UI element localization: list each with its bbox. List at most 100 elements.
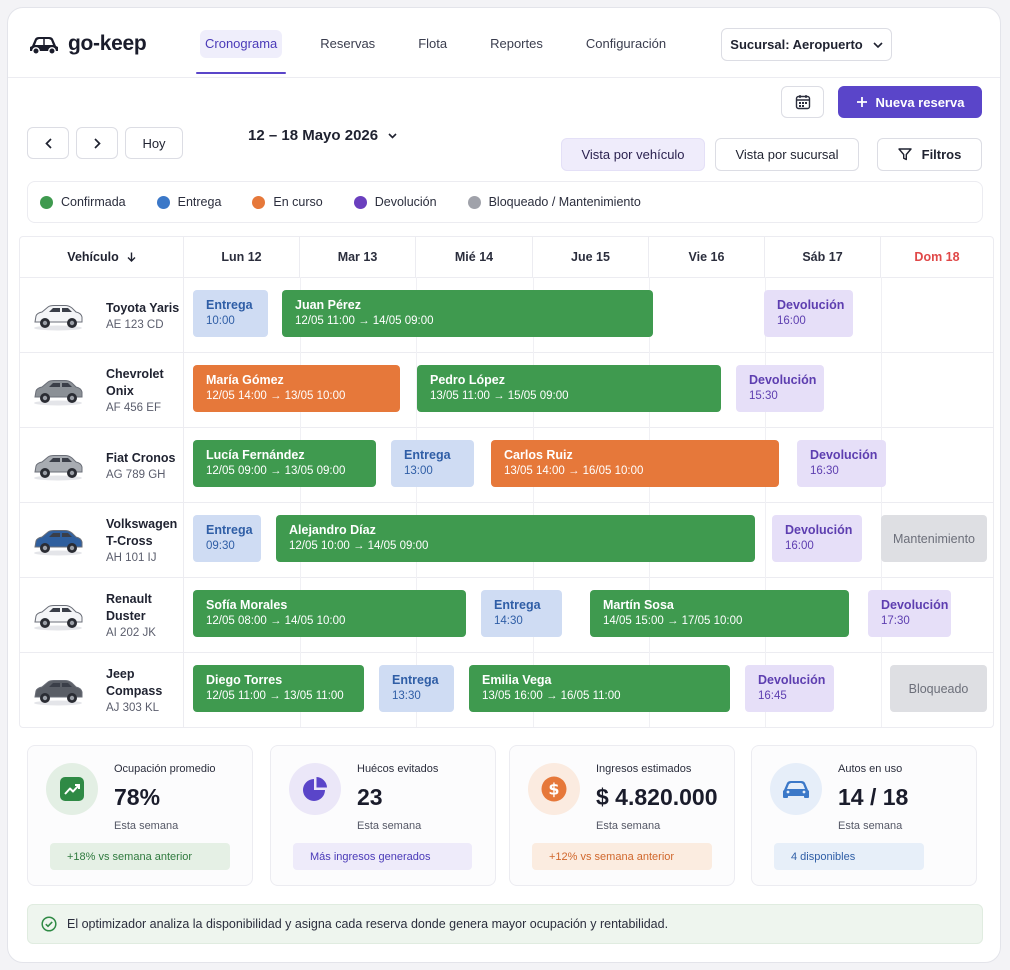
- reservation-block-entrega[interactable]: Entrega 13:30: [379, 665, 454, 712]
- optimizer-notice-text: El optimizador analiza la disponibilidad…: [67, 917, 669, 931]
- stat-value: 23: [357, 784, 383, 810]
- svg-text:$: $: [548, 780, 559, 799]
- reservation-block-en-curso[interactable]: Carlos Ruiz 13/05 14:00 → 16/05 10:00: [491, 440, 779, 487]
- reservation-time: 09:30: [206, 540, 235, 552]
- stat-card-cars-in-use: Autos en uso 14 / 18 Esta semana 4 dispo…: [751, 745, 977, 886]
- reservation-block-confirmada[interactable]: Sofía Morales 12/05 08:00 → 14/05 10:00: [193, 590, 466, 637]
- reservation-block-devolucion[interactable]: Devolución 16:00: [772, 515, 862, 562]
- reservation-title: Juan Pérez: [295, 298, 362, 312]
- reservation-time: 13/05 16:00 → 16/05 11:00: [482, 690, 621, 702]
- reservation-block-devolucion[interactable]: Devolución 15:30: [736, 365, 824, 412]
- reservation-title: Carlos Ruiz: [504, 448, 573, 462]
- vehicle-column-header[interactable]: Vehículo: [20, 237, 184, 277]
- reservation-title: Devolución: [777, 298, 845, 312]
- reservation-title: Martín Sosa: [603, 598, 674, 612]
- reservation-block-entrega[interactable]: Entrega 09:30: [193, 515, 261, 562]
- day-header-sun: Dom 18: [914, 250, 960, 264]
- reservation-block-devolucion[interactable]: Devolución 16:00: [764, 290, 853, 337]
- car-thumbnail-icon: [34, 605, 83, 631]
- reservation-title: Entrega: [206, 523, 253, 537]
- view-by-branch-button[interactable]: Vista por sucursal: [715, 138, 859, 171]
- car-thumbnail-icon: [34, 380, 83, 406]
- reservation-time: 15:30: [749, 390, 778, 402]
- reservation-block-confirmada[interactable]: Alejandro Díaz 12/05 10:00 → 14/05 09:00: [276, 515, 755, 562]
- reservation-block-devolucion[interactable]: Devolución 16:45: [745, 665, 834, 712]
- vehicle-plate: AI 202 JK: [106, 627, 156, 639]
- branch-select[interactable]: Sucursal: Aeropuerto: [721, 28, 892, 61]
- logo[interactable]: go-keep: [28, 30, 147, 58]
- reservation-time: 12/05 11:00 → 14/05 09:00: [295, 315, 434, 327]
- reservation-block-entrega[interactable]: Entrega 14:30: [481, 590, 562, 637]
- reservation-title: Lucía Fernández: [206, 448, 305, 462]
- vehicle-info: Toyota Yaris AE 123 CD: [106, 300, 179, 331]
- reservation-title: Devolución: [749, 373, 817, 387]
- nav-cronograma[interactable]: Cronograma: [195, 30, 287, 74]
- reservation-time: 16:30: [810, 465, 839, 477]
- reservation-block-devolucion[interactable]: Devolución 16:30: [797, 440, 886, 487]
- reservation-block-en-curso[interactable]: María Gómez 12/05 14:00 → 13/05 10:00: [193, 365, 400, 412]
- vehicle-name: Jeep Compass: [106, 667, 163, 698]
- reservation-block-bloqueado[interactable]: Bloqueado: [890, 665, 987, 712]
- legend-dot: [156, 195, 170, 209]
- main-nav: Cronograma Reservas Flota Reportes Confi…: [195, 30, 704, 74]
- vehicle-name: Toyota Yaris: [106, 300, 180, 315]
- prev-week-button[interactable]: [27, 127, 69, 159]
- stat-label: Ocupación promedio: [114, 763, 216, 775]
- reservation-time: 13:00: [404, 465, 433, 477]
- reservation-block-confirmada[interactable]: Juan Pérez 12/05 11:00 → 14/05 09:00: [282, 290, 653, 337]
- stat-icon-wrap: [770, 763, 822, 815]
- vehicle-row-label[interactable]: Renault Duster AI 202 JK: [20, 578, 184, 652]
- reservation-time: 12/05 14:00 → 13/05 10:00: [206, 390, 346, 402]
- reservation-title: Devolución: [810, 448, 878, 462]
- reservation-time: 14:30: [494, 615, 523, 627]
- stat-value: 78%: [114, 784, 161, 810]
- day-header-mon: Lun 12: [184, 237, 300, 277]
- car-logo-icon: [30, 37, 58, 55]
- stat-chip: Más ingresos generados: [293, 843, 472, 870]
- reservation-block-bloqueado[interactable]: Mantenimiento: [881, 515, 987, 562]
- nav-flota[interactable]: Flota: [413, 30, 452, 58]
- date-range-picker[interactable]: 12 – 18 Mayo 2026: [248, 127, 397, 144]
- branch-select-label: Sucursal: Aeropuerto: [730, 37, 863, 52]
- stat-icon-wrap: [289, 763, 341, 815]
- vehicle-row-label[interactable]: Toyota Yaris AE 123 CD: [20, 278, 184, 352]
- reservation-title: Entrega: [392, 673, 439, 687]
- app-name: go-keep: [68, 32, 147, 55]
- vehicle-row-label[interactable]: Volkswagen T-Cross AH 101 IJ: [20, 503, 184, 577]
- reservation-time: 12/05 08:00 → 14/05 10:00: [206, 615, 346, 627]
- vehicle-row-label[interactable]: Fiat Cronos AG 789 GH: [20, 428, 184, 502]
- legend-label: Bloqueado / Mantenimiento: [488, 195, 641, 209]
- reservation-block-confirmada[interactable]: Emilia Vega 13/05 16:00 → 16/05 11:00: [469, 665, 730, 712]
- reservation-time: 13/05 14:00 → 16/05 10:00: [504, 465, 644, 477]
- legend-dot: [353, 195, 367, 209]
- grid-line: [300, 277, 301, 727]
- today-button[interactable]: Hoy: [125, 127, 183, 159]
- reservation-title: Devolución: [785, 523, 853, 537]
- dollar-icon: $: [541, 776, 567, 802]
- filters-button[interactable]: Filtros: [877, 138, 982, 171]
- reservation-block-confirmada[interactable]: Martín Sosa 14/05 15:00 → 17/05 10:00: [590, 590, 849, 637]
- legend-confirmada: Confirmada: [40, 195, 126, 209]
- day-header-fri: Vie 16: [649, 237, 765, 277]
- vehicle-row-label[interactable]: Chevrolet Onix AF 456 EF: [20, 353, 184, 427]
- nav-configuracion[interactable]: Configuración: [581, 30, 671, 58]
- reservation-block-confirmada[interactable]: Diego Torres 12/05 11:00 → 13/05 11:00: [193, 665, 364, 712]
- reservation-block-confirmada[interactable]: Lucía Fernández 12/05 09:00 → 13/05 09:00: [193, 440, 376, 487]
- vehicle-row-label[interactable]: Jeep Compass AJ 303 KL: [20, 653, 184, 727]
- reservation-block-entrega[interactable]: Entrega 10:00: [193, 290, 268, 337]
- next-week-button[interactable]: [76, 127, 118, 159]
- reservation-block-devolucion[interactable]: Devolución 17:30: [868, 590, 951, 637]
- new-reservation-button[interactable]: Nueva reserva: [838, 86, 982, 118]
- calendar-button[interactable]: [781, 86, 824, 118]
- nav-reservas[interactable]: Reservas: [315, 30, 380, 58]
- view-by-vehicle-button[interactable]: Vista por vehículo: [561, 138, 705, 171]
- reservation-time: 10:00: [206, 315, 235, 327]
- nav-reportes[interactable]: Reportes: [485, 30, 548, 58]
- reservation-block-entrega[interactable]: Entrega 13:00: [391, 440, 474, 487]
- vehicle-column-label: Vehículo: [67, 250, 119, 264]
- legend-dot: [252, 195, 266, 209]
- reservation-title: Entrega: [494, 598, 541, 612]
- reservation-time: 16:00: [777, 315, 806, 327]
- reservation-block-confirmada[interactable]: Pedro López 13/05 11:00 → 15/05 09:00: [417, 365, 721, 412]
- vehicle-plate: AE 123 CD: [106, 318, 164, 331]
